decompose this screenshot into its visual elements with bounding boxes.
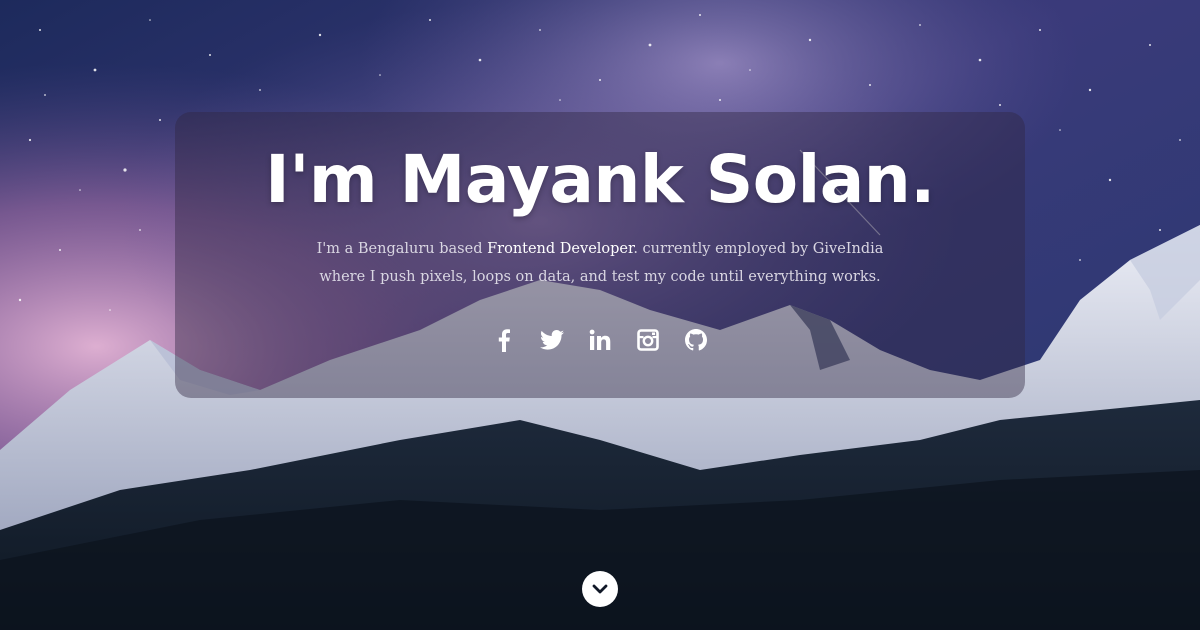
hero-section: I'm Mayank Solan. I'm a Bengaluru based … [0, 0, 1200, 630]
intro-text: I'm a Bengaluru based Frontend Developer… [0, 235, 1200, 291]
twitter-icon [540, 330, 564, 350]
facebook-icon [498, 329, 510, 352]
facebook-link[interactable] [491, 327, 517, 353]
github-link[interactable] [683, 327, 709, 353]
intro-role: Frontend Developer [487, 241, 634, 257]
twitter-link[interactable] [539, 327, 565, 353]
instagram-icon [637, 329, 659, 351]
instagram-link[interactable] [635, 327, 661, 353]
linkedin-icon [589, 329, 611, 350]
linkedin-link[interactable] [587, 327, 613, 353]
intro-suffix: . currently employed by GiveIndia [633, 241, 884, 257]
intro-prefix: I'm a Bengaluru based [316, 241, 488, 257]
social-links [0, 327, 1200, 355]
chevron-down-icon [592, 584, 608, 594]
page-title: I'm Mayank Solan. [265, 141, 935, 218]
github-icon [685, 329, 707, 351]
intro-line-1: I'm a Bengaluru based Frontend Developer… [0, 235, 1200, 263]
intro-line-2: where I push pixels, loops on data, and … [319, 269, 881, 285]
scroll-down-button[interactable] [582, 571, 618, 607]
